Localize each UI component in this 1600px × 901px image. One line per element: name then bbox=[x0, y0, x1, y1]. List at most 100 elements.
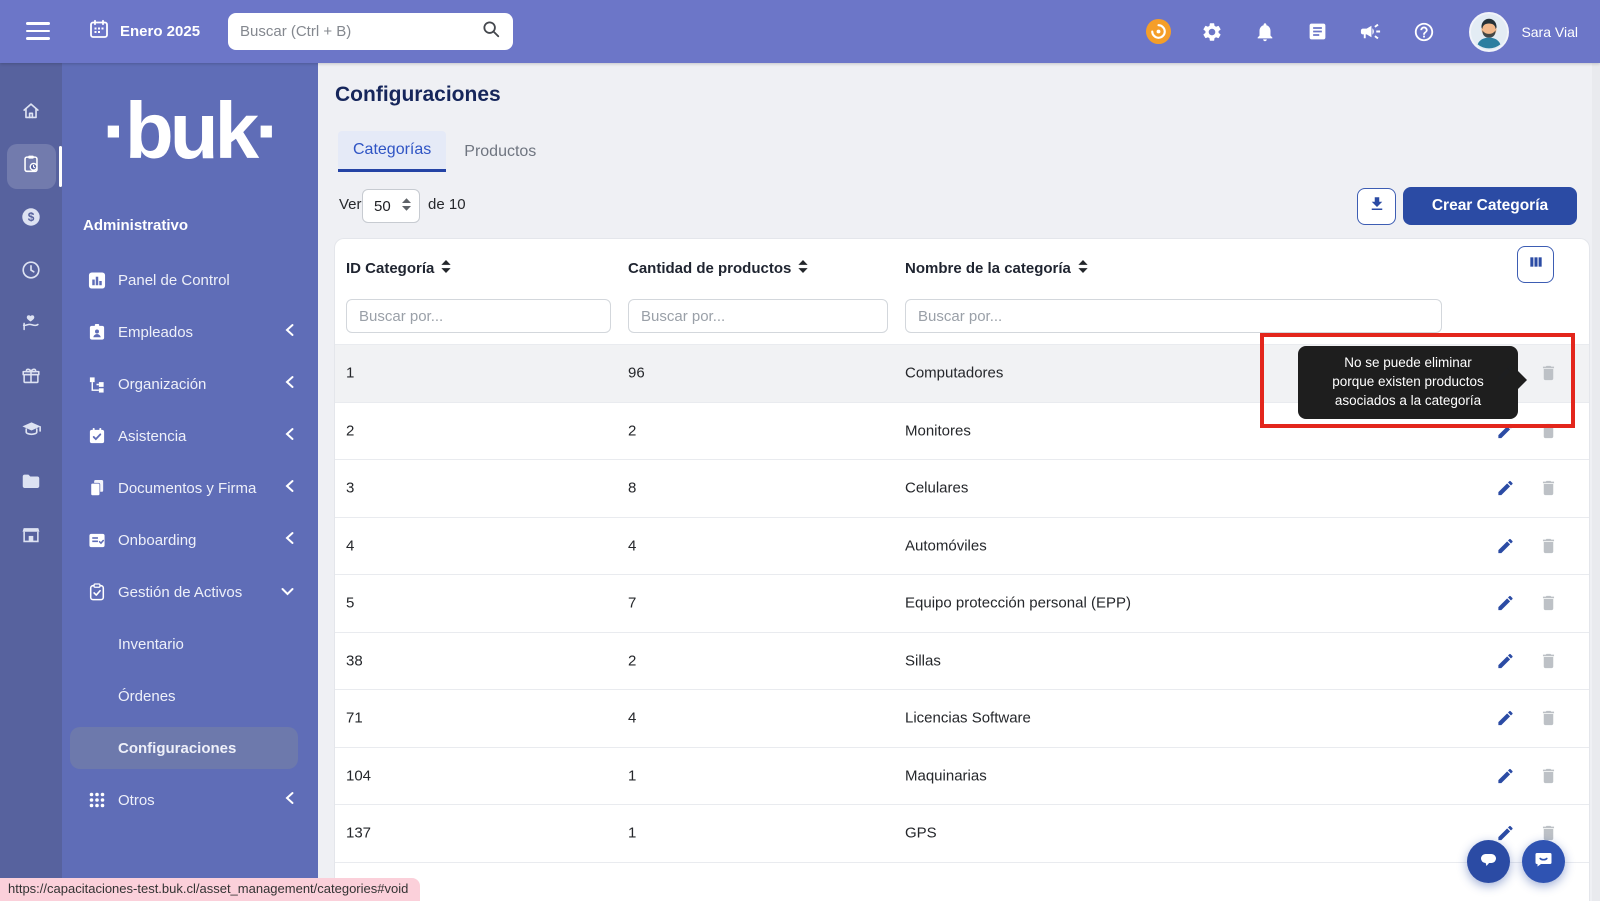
sidebar-item-ordenes[interactable]: Órdenes bbox=[62, 670, 318, 722]
rail-item-gifts[interactable] bbox=[0, 352, 62, 405]
graduation-cap-icon bbox=[20, 418, 43, 446]
cell-category-name: Computadores bbox=[905, 365, 1003, 382]
cell-category-name: Maquinarias bbox=[905, 767, 987, 784]
cell-category-name: Sillas bbox=[905, 652, 941, 669]
rail-item-files[interactable] bbox=[0, 458, 62, 511]
stepper-icon bbox=[402, 198, 411, 215]
rail-item-time[interactable] bbox=[0, 246, 62, 299]
main-content: Configuraciones Categorías Productos Ver… bbox=[318, 63, 1592, 901]
create-category-button[interactable]: Crear Categoría bbox=[1403, 187, 1577, 225]
column-header-name[interactable]: Nombre de la categoría bbox=[905, 260, 1088, 277]
sidebar-item-otros[interactable]: Otros bbox=[62, 774, 318, 826]
documentation-icon[interactable] bbox=[1304, 18, 1331, 45]
edit-pencil-icon[interactable] bbox=[1496, 651, 1515, 670]
delete-trash-icon[interactable] bbox=[1539, 709, 1558, 728]
sidebar-item-panel-de-control[interactable]: Panel de Control bbox=[62, 254, 318, 306]
rewards-icon[interactable] bbox=[1145, 18, 1172, 45]
sidebar-item-configuraciones[interactable]: Configuraciones bbox=[62, 722, 318, 774]
rail-item-payments[interactable]: $ bbox=[0, 193, 62, 246]
table-row[interactable]: 3 8 Celulares bbox=[335, 460, 1589, 518]
chat-button[interactable] bbox=[1467, 840, 1510, 883]
search-input[interactable] bbox=[240, 23, 481, 40]
notifications-bell-icon[interactable] bbox=[1251, 18, 1278, 45]
chevron-left-icon bbox=[285, 532, 294, 549]
column-header-count[interactable]: Cantidad de productos bbox=[628, 260, 808, 277]
icon-rail: $ bbox=[0, 63, 62, 901]
download-button[interactable] bbox=[1357, 188, 1396, 225]
table-row[interactable]: 5 7 Equipo protección personal (EPP) bbox=[335, 575, 1589, 633]
folder-icon bbox=[20, 471, 42, 498]
chevron-down-icon bbox=[281, 584, 294, 601]
sort-icon bbox=[1078, 260, 1088, 277]
help-icon[interactable] bbox=[1410, 18, 1437, 45]
edit-pencil-icon[interactable] bbox=[1496, 824, 1515, 843]
edit-pencil-icon[interactable] bbox=[1496, 421, 1515, 440]
table-row[interactable]: 38 2 Sillas bbox=[335, 633, 1589, 691]
cell-category-name: GPS bbox=[905, 825, 937, 842]
sidebar-item-inventario[interactable]: Inventario bbox=[62, 618, 318, 670]
avatar[interactable] bbox=[1469, 12, 1509, 52]
download-icon bbox=[1368, 195, 1386, 218]
column-header-id[interactable]: ID Categoría bbox=[346, 260, 451, 277]
rail-item-benefits[interactable] bbox=[0, 299, 62, 352]
cell-category-id: 2 bbox=[346, 422, 354, 439]
hand-heart-icon bbox=[20, 312, 42, 339]
cell-product-count: 4 bbox=[628, 710, 636, 727]
filter-name-input[interactable] bbox=[905, 299, 1442, 333]
scrollbar-gutter[interactable] bbox=[1592, 63, 1600, 901]
calendar-icon bbox=[88, 18, 110, 45]
home-icon bbox=[20, 100, 42, 127]
menu-toggle-button[interactable] bbox=[26, 22, 50, 40]
tab-categorias[interactable]: Categorías bbox=[338, 131, 446, 172]
delete-disabled-tooltip: No se puede eliminar porque existen prod… bbox=[1298, 346, 1518, 419]
delete-trash-icon[interactable] bbox=[1539, 536, 1558, 555]
messenger-button[interactable] bbox=[1522, 840, 1565, 883]
cell-category-id: 71 bbox=[346, 710, 363, 727]
clipboard-clock-icon bbox=[20, 153, 42, 180]
cell-product-count: 1 bbox=[628, 767, 636, 784]
rail-item-training[interactable] bbox=[0, 405, 62, 458]
cell-product-count: 2 bbox=[628, 422, 636, 439]
delete-trash-icon[interactable] bbox=[1539, 594, 1558, 613]
column-settings-button[interactable] bbox=[1517, 246, 1554, 283]
cell-category-name: Celulares bbox=[905, 480, 968, 497]
page-size-select[interactable]: 50 bbox=[362, 189, 420, 223]
sidebar-item-organizacion[interactable]: Organización bbox=[62, 358, 318, 410]
dollar-icon: $ bbox=[20, 206, 42, 233]
sidebar-item-empleados[interactable]: Empleados bbox=[62, 306, 318, 358]
rail-item-marketplace[interactable] bbox=[0, 511, 62, 564]
table-row[interactable]: 137 1 GPS bbox=[335, 805, 1589, 863]
sidebar-item-gestion-de-activos[interactable]: Gestión de Activos bbox=[62, 566, 318, 618]
chevron-left-icon bbox=[285, 324, 294, 341]
rail-item-home[interactable] bbox=[0, 87, 62, 140]
cell-category-id: 137 bbox=[346, 825, 371, 842]
delete-trash-icon[interactable] bbox=[1539, 364, 1558, 383]
cell-product-count: 96 bbox=[628, 365, 645, 382]
rail-item-asset-management[interactable] bbox=[0, 140, 62, 193]
delete-trash-icon[interactable] bbox=[1539, 479, 1558, 498]
sidebar-item-asistencia[interactable]: Asistencia bbox=[62, 410, 318, 462]
storefront-icon bbox=[20, 524, 42, 551]
edit-pencil-icon[interactable] bbox=[1496, 536, 1515, 555]
delete-trash-icon[interactable] bbox=[1539, 651, 1558, 670]
delete-trash-icon[interactable] bbox=[1539, 421, 1558, 440]
sidebar-item-onboarding[interactable]: Onboarding bbox=[62, 514, 318, 566]
delete-trash-icon[interactable] bbox=[1539, 766, 1558, 785]
table-row[interactable]: 104 1 Maquinarias bbox=[335, 748, 1589, 806]
period-selector[interactable]: Enero 2025 bbox=[88, 0, 200, 63]
filter-count-input[interactable] bbox=[628, 299, 888, 333]
edit-pencil-icon[interactable] bbox=[1496, 594, 1515, 613]
edit-pencil-icon[interactable] bbox=[1496, 709, 1515, 728]
filter-id-input[interactable] bbox=[346, 299, 611, 333]
cell-category-id: 1 bbox=[346, 365, 354, 382]
settings-gear-icon[interactable] bbox=[1198, 18, 1225, 45]
edit-pencil-icon[interactable] bbox=[1496, 364, 1515, 383]
announcements-megaphone-icon[interactable] bbox=[1357, 18, 1384, 45]
chevron-left-icon bbox=[285, 480, 294, 497]
tab-productos[interactable]: Productos bbox=[446, 131, 554, 172]
table-row[interactable]: 4 4 Automóviles bbox=[335, 518, 1589, 576]
sidebar-item-documentos-y-firma[interactable]: Documentos y Firma bbox=[62, 462, 318, 514]
edit-pencil-icon[interactable] bbox=[1496, 766, 1515, 785]
table-row[interactable]: 71 4 Licencias Software bbox=[335, 690, 1589, 748]
edit-pencil-icon[interactable] bbox=[1496, 479, 1515, 498]
